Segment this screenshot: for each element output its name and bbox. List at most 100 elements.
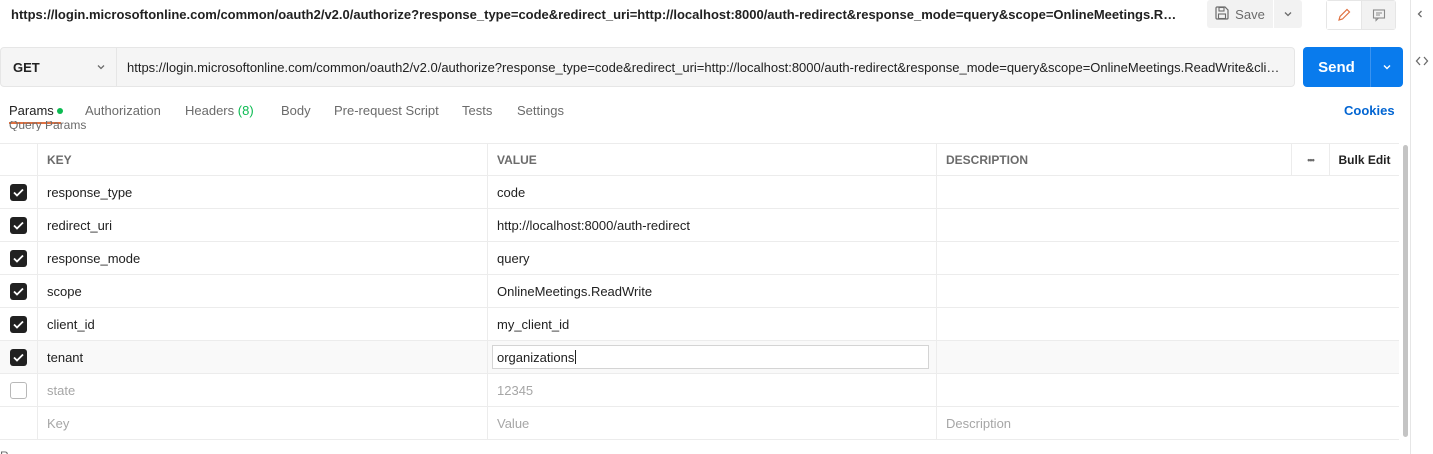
chevron-down-icon: [1383, 65, 1391, 70]
active-indicator-dot: [56, 107, 63, 114]
tab-label: Headers: [185, 103, 235, 118]
row-checkbox[interactable]: [10, 183, 27, 201]
response-section-peek: R: [0, 449, 9, 454]
comment-icon: [1372, 9, 1385, 22]
param-key[interactable]: client_id: [38, 308, 488, 340]
table-row: scope OnlineMeetings.ReadWrite: [0, 275, 1399, 308]
more-horizontal-icon: •••: [1307, 154, 1315, 165]
chevron-left-icon[interactable]: [1415, 9, 1425, 19]
param-key[interactable]: scope: [38, 275, 488, 307]
param-value[interactable]: code: [488, 176, 937, 208]
cookies-link[interactable]: Cookies: [1344, 103, 1395, 118]
tab-params[interactable]: Params: [9, 103, 63, 118]
headers-count: (8): [237, 103, 254, 118]
new-param-row: Key Value Description: [0, 407, 1399, 440]
param-value[interactable]: 12345: [488, 374, 937, 406]
row-checkbox[interactable]: [10, 381, 27, 399]
param-key[interactable]: state: [38, 374, 488, 406]
param-value[interactable]: my_client_id: [488, 308, 937, 340]
save-button[interactable]: Save: [1207, 0, 1273, 28]
tab-body[interactable]: Body: [281, 103, 311, 118]
tab-headers[interactable]: Headers (8): [185, 103, 254, 118]
table-row: redirect_uri http://localhost:8000/auth-…: [0, 209, 1399, 242]
row-checkbox[interactable]: [10, 249, 27, 267]
param-key[interactable]: tenant: [38, 341, 488, 373]
tab-settings[interactable]: Settings: [517, 103, 564, 118]
row-checkbox[interactable]: [10, 348, 27, 366]
check-icon: [13, 221, 24, 230]
check-icon: [13, 254, 24, 263]
param-description[interactable]: [937, 176, 1399, 208]
new-key-input[interactable]: Key: [38, 407, 488, 439]
save-group: Save: [1207, 0, 1302, 28]
query-params-label: Query Params: [9, 121, 87, 131]
tab-pre-request-script[interactable]: Pre-request Script: [334, 103, 439, 118]
table-row: tenant organizations: [0, 341, 1399, 374]
tab-tests[interactable]: Tests: [462, 103, 492, 118]
param-description[interactable]: [937, 275, 1399, 307]
request-url-bar: GET https://login.microsoftonline.com/co…: [0, 47, 1295, 87]
param-key[interactable]: response_mode: [38, 242, 488, 274]
request-tabs: Params Authorization Headers (8) Body Pr…: [0, 98, 1410, 124]
param-description[interactable]: [937, 209, 1399, 241]
bulk-edit-button[interactable]: Bulk Edit: [1329, 144, 1399, 175]
param-description[interactable]: [937, 374, 1399, 406]
row-checkbox[interactable]: [10, 282, 27, 300]
edit-mode-button[interactable]: [1327, 1, 1361, 29]
method-label: GET: [13, 59, 40, 75]
scrollbar-thumb[interactable]: [1403, 145, 1408, 437]
header-check-cell: [0, 144, 38, 175]
param-value-input[interactable]: organizations: [492, 345, 929, 369]
param-key[interactable]: redirect_uri: [38, 209, 488, 241]
row-checkbox[interactable]: [10, 216, 27, 234]
row-checkbox-cell: [0, 176, 38, 208]
save-dropdown-button[interactable]: [1274, 0, 1302, 28]
view-mode-toggle: [1326, 0, 1396, 30]
param-value[interactable]: OnlineMeetings.ReadWrite: [488, 275, 937, 307]
request-header: https://login.microsoftonline.com/common…: [0, 0, 1410, 30]
send-group: Send: [1303, 47, 1403, 87]
code-icon[interactable]: [1415, 54, 1429, 68]
param-description[interactable]: [937, 308, 1399, 340]
param-value-cell: organizations: [488, 341, 937, 373]
row-checkbox-cell: [0, 242, 38, 274]
row-checkbox[interactable]: [10, 315, 27, 333]
param-value[interactable]: http://localhost:8000/auth-redirect: [488, 209, 937, 241]
save-label: Save: [1235, 6, 1265, 22]
column-header-description: DESCRIPTION ••• Bulk Edit: [937, 144, 1399, 175]
param-description[interactable]: [937, 341, 1399, 373]
column-header-value: VALUE: [488, 144, 937, 175]
check-icon: [13, 320, 24, 329]
row-checkbox-cell: [0, 308, 38, 340]
param-key[interactable]: response_type: [38, 176, 488, 208]
right-sidebar: [1410, 0, 1433, 454]
row-checkbox-cell: [0, 341, 38, 373]
url-text: https://login.microsoftonline.com/common…: [127, 59, 1284, 75]
pencil-icon: [1338, 8, 1351, 21]
column-header-description-label: DESCRIPTION: [946, 152, 1029, 167]
row-checkbox-cell: [0, 209, 38, 241]
check-icon: [13, 353, 24, 362]
send-dropdown-button[interactable]: [1370, 47, 1403, 87]
chevron-down-icon: [97, 65, 105, 70]
tab-authorization[interactable]: Authorization: [85, 103, 161, 118]
vertical-scrollbar[interactable]: [1401, 143, 1408, 439]
tab-label: Params: [9, 103, 54, 118]
check-icon: [13, 287, 24, 296]
param-value[interactable]: query: [488, 242, 937, 274]
table-header: KEY VALUE DESCRIPTION ••• Bulk Edit: [0, 143, 1399, 176]
request-title[interactable]: https://login.microsoftonline.com/common…: [11, 7, 1181, 22]
documentation-mode-button[interactable]: [1361, 1, 1395, 29]
more-options-button[interactable]: •••: [1291, 144, 1329, 175]
new-value-input[interactable]: Value: [488, 407, 937, 439]
param-description[interactable]: [937, 242, 1399, 274]
chevron-down-icon: [1284, 12, 1292, 17]
table-row: state 12345: [0, 374, 1399, 407]
method-select[interactable]: GET: [0, 47, 117, 87]
url-input[interactable]: https://login.microsoftonline.com/common…: [117, 47, 1295, 87]
check-icon: [13, 188, 24, 197]
send-button[interactable]: Send: [1303, 47, 1370, 87]
column-header-key: KEY: [38, 144, 488, 175]
params-table: KEY VALUE DESCRIPTION ••• Bulk Edit resp…: [0, 143, 1399, 440]
new-description-input[interactable]: Description: [937, 407, 1399, 439]
